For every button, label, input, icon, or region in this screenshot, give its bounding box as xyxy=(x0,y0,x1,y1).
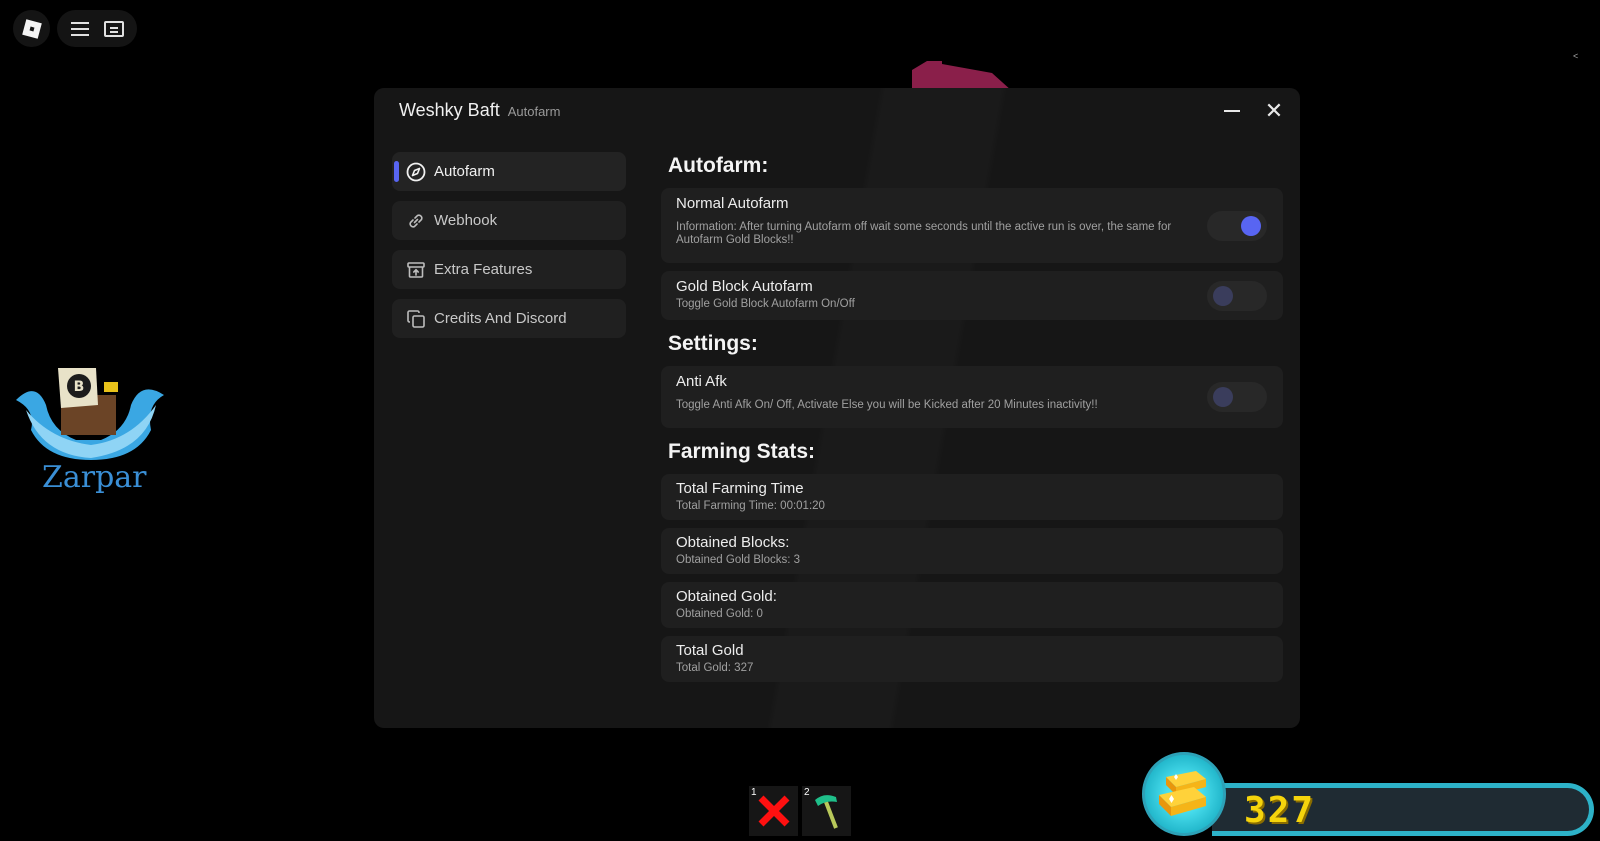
copy-icon xyxy=(406,309,426,329)
gold-block-autofarm-card: Gold Block Autofarm Toggle Gold Block Au… xyxy=(661,271,1283,320)
card-description: Total Farming Time: 00:01:20 xyxy=(676,500,825,512)
hotbar-slot-1[interactable]: 1 xyxy=(749,786,798,836)
anti-afk-card: Anti Afk Toggle Anti Afk On/ Off, Activa… xyxy=(661,366,1283,428)
slot-number: 1 xyxy=(751,787,757,798)
minimize-icon xyxy=(1224,110,1240,112)
minimize-button[interactable] xyxy=(1219,100,1245,122)
content-panel: Autofarm: Normal Autofarm Information: A… xyxy=(661,152,1283,690)
archive-upload-icon xyxy=(406,260,426,280)
card-title: Obtained Gold: xyxy=(676,588,777,605)
sidebar-item-label: Extra Features xyxy=(434,261,533,278)
card-title: Normal Autofarm xyxy=(676,195,789,212)
card-description: Toggle Gold Block Autofarm On/Off xyxy=(676,298,855,310)
anti-afk-toggle[interactable] xyxy=(1207,382,1267,412)
stat-card-obtained-gold: Obtained Gold: Obtained Gold: 0 xyxy=(661,582,1283,628)
stat-card-total-gold: Total Gold Total Gold: 327 xyxy=(661,636,1283,682)
game-logo-text: Zarpar xyxy=(42,460,147,495)
normal-autofarm-card: Normal Autofarm Information: After turni… xyxy=(661,188,1283,263)
toggle-knob xyxy=(1241,215,1261,236)
window-subtitle: Autofarm xyxy=(507,104,561,119)
link-icon xyxy=(406,211,426,231)
toggle-knob xyxy=(1213,285,1233,306)
card-description: Information: After turning Autofarm off … xyxy=(676,221,1172,246)
hotbar: 1 2 xyxy=(749,786,851,836)
sidebar-item-label: Credits And Discord xyxy=(434,310,567,327)
card-description: Obtained Gold Blocks: 3 xyxy=(676,554,801,566)
close-icon: ✕ xyxy=(1264,98,1284,123)
card-title: Obtained Blocks: xyxy=(676,534,790,551)
roblox-menu-button[interactable] xyxy=(13,10,50,47)
section-title-farming-stats: Farming Stats: xyxy=(668,440,816,463)
sidebar: Autofarm Webhook Extra Features Credits … xyxy=(392,152,626,348)
red-x-icon xyxy=(758,795,789,827)
toggle-knob xyxy=(1213,387,1233,407)
gold-counter: 327 xyxy=(1142,752,1600,841)
card-title: Total Farming Time xyxy=(676,480,804,497)
gold-block-autofarm-toggle[interactable] xyxy=(1207,280,1267,311)
topbar-controls xyxy=(57,10,137,47)
roblox-logo-icon xyxy=(21,18,42,39)
gold-value: 327 xyxy=(1244,790,1316,831)
slot-number: 2 xyxy=(804,787,810,798)
card-description: Total Gold: 327 xyxy=(676,662,754,674)
sidebar-item-label: Autofarm xyxy=(434,163,495,180)
hotbar-slot-2[interactable]: 2 xyxy=(802,786,851,836)
hamburger-menu-icon[interactable] xyxy=(70,21,89,36)
card-title: Anti Afk xyxy=(676,373,727,390)
close-button[interactable]: ✕ xyxy=(1261,100,1287,122)
svg-text:B: B xyxy=(74,379,85,395)
sidebar-item-autofarm[interactable]: Autofarm xyxy=(392,152,626,191)
sidebar-item-credits-and-discord[interactable]: Credits And Discord xyxy=(392,299,626,338)
stat-card-total-farming-time: Total Farming Time Total Farming Time: 0… xyxy=(661,474,1283,520)
card-title: Gold Block Autofarm xyxy=(676,278,813,295)
gold-bars-icon xyxy=(1142,752,1226,836)
card-description: Toggle Anti Afk On/ Off, Activate Else y… xyxy=(676,399,1098,411)
game-logo: B Zarpar xyxy=(6,360,171,510)
section-title-autofarm: Autofarm: xyxy=(668,154,769,177)
normal-autofarm-toggle[interactable] xyxy=(1207,210,1267,241)
chat-icon[interactable] xyxy=(103,20,124,37)
window-title-bar[interactable]: Weshky Baft Autofarm xyxy=(399,100,560,121)
card-description: Obtained Gold: 0 xyxy=(676,608,763,620)
sidebar-item-webhook[interactable]: Webhook xyxy=(392,201,626,240)
autofarm-window: Weshky Baft Autofarm ✕ Autofarm Webhook … xyxy=(374,88,1300,728)
sidebar-item-label: Webhook xyxy=(434,212,498,229)
window-title: Weshky Baft xyxy=(399,100,500,120)
background-game-object xyxy=(912,61,1012,91)
collapse-caret-icon[interactable]: < xyxy=(1573,51,1578,61)
hammer-icon xyxy=(814,795,838,829)
card-title: Total Gold xyxy=(676,642,744,659)
section-title-settings: Settings: xyxy=(668,332,758,355)
active-indicator xyxy=(394,161,399,182)
compass-icon xyxy=(406,162,426,182)
stat-card-obtained-blocks: Obtained Blocks: Obtained Gold Blocks: 3 xyxy=(661,528,1283,574)
sidebar-item-extra-features[interactable]: Extra Features xyxy=(392,250,626,289)
